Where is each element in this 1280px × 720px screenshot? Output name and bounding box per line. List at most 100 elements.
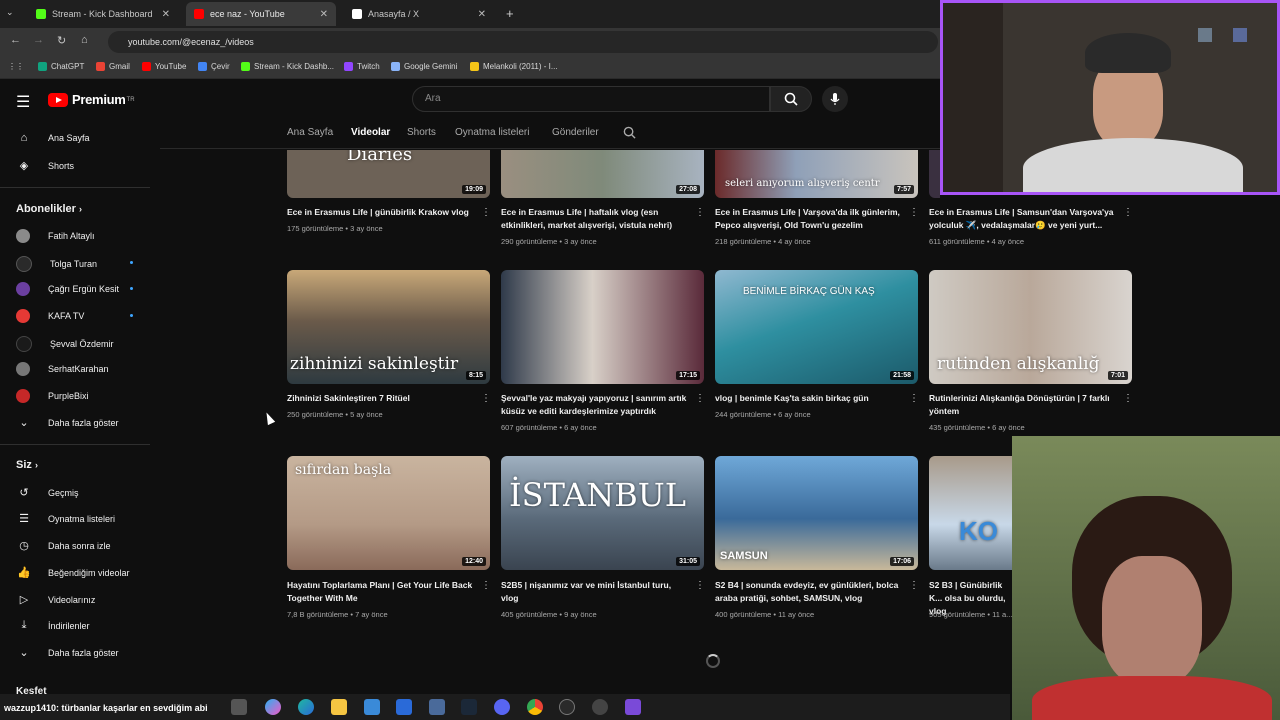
sidebar-item-home[interactable]: ⌂ Ana Sayfa <box>16 132 90 144</box>
you-heading[interactable]: Siz › <box>16 459 38 471</box>
steam-icon[interactable] <box>461 699 477 715</box>
more-options-icon[interactable]: ⋮ <box>695 580 705 591</box>
video-title[interactable]: Ece in Erasmus Life | günübirlik Krakow … <box>287 206 473 219</box>
search-button[interactable] <box>770 86 812 112</box>
app-icon[interactable] <box>625 699 641 715</box>
video-thumbnail[interactable]: SAMSUN 17:06 <box>715 456 918 570</box>
more-options-icon[interactable]: ⋮ <box>695 207 705 218</box>
sidebar-item-subscription[interactable]: Tolga Turan <box>16 256 133 272</box>
video-thumbnail[interactable]: İSTANBUL 31:05 <box>501 456 704 570</box>
video-thumbnail[interactable]: zihninizi sakinleştir 8:15 <box>287 270 490 384</box>
sidebar-item-subscription[interactable]: SerhatKarahan <box>16 362 109 376</box>
video-thumbnail[interactable]: seleri anıyorum alışveriş centr 7:57 <box>715 150 918 198</box>
sidebar-item-subscription[interactable]: PurpleBixi <box>16 389 89 403</box>
video-thumbnail[interactable]: KO <box>929 456 1012 570</box>
tab-home[interactable]: Ana Sayfa <box>287 127 333 138</box>
task-view-icon[interactable] <box>231 699 247 715</box>
tab-playlists[interactable]: Oynatma listeleri <box>455 127 529 138</box>
tab-posts[interactable]: Gönderiler <box>552 127 599 138</box>
more-options-icon[interactable]: ⋮ <box>481 580 491 591</box>
video-title[interactable]: Hayatını Toplarlama Planı | Get Your Lif… <box>287 579 473 605</box>
video-thumbnail[interactable]: 27:08 <box>501 150 704 198</box>
sidebar-show-more-subscriptions[interactable]: ⌄ Daha fazla göster <box>16 416 118 429</box>
video-title[interactable]: Zihninizi Sakinleştiren 7 Ritüel <box>287 392 473 405</box>
app-icon[interactable] <box>429 699 445 715</box>
more-options-icon[interactable]: ⋮ <box>909 207 919 218</box>
video-thumbnail[interactable]: BENİMLE BİRKAÇ GÜN KAŞ 21:58 <box>715 270 918 384</box>
browser-tab-x[interactable]: Anasayfa / X ✕ <box>344 2 494 26</box>
video-title[interactable]: Şevval'le yaz makyajı yapıyoruz | sanırı… <box>501 392 687 418</box>
video-title[interactable]: Rutinlerinizi Alışkanlığa Dönüştürün | 7… <box>929 392 1115 418</box>
sidebar-item-watch-later[interactable]: ◷ Daha sonra izle <box>16 539 110 552</box>
sidebar-item-downloads[interactable]: ⤓ İndirilenler <box>16 619 90 632</box>
discord-icon[interactable] <box>494 699 510 715</box>
close-icon[interactable]: ✕ <box>320 9 328 20</box>
video-age: 3 ay önce <box>564 237 597 246</box>
close-icon[interactable]: ✕ <box>162 9 170 20</box>
sidebar-item-subscription[interactable]: KAFA TV <box>16 309 133 323</box>
video-title[interactable]: vlog | benimle Kaş'ta sakin birkaç gün <box>715 392 901 405</box>
bookmark-twitch[interactable]: Twitch <box>344 62 380 71</box>
home-icon[interactable]: ⌂ <box>81 34 88 46</box>
reload-icon[interactable]: ↻ <box>57 34 66 47</box>
copilot-icon[interactable] <box>265 699 281 715</box>
youtube-premium-logo[interactable]: Premium TR <box>48 92 135 107</box>
more-options-icon[interactable]: ⋮ <box>909 393 919 404</box>
more-options-icon[interactable]: ⋮ <box>695 393 705 404</box>
obs-icon[interactable] <box>559 699 575 715</box>
apps-icon[interactable]: ⋮⋮ <box>8 62 24 71</box>
sidebar-item-liked-videos[interactable]: 👍 Beğendiğim videolar <box>16 566 129 579</box>
bookmark-gmail[interactable]: Gmail <box>96 62 130 71</box>
bookmark-kick[interactable]: Stream - Kick Dashb... <box>241 62 334 71</box>
sidebar-show-more-you[interactable]: ⌄ Daha fazla göster <box>16 646 118 659</box>
tab-videos[interactable]: Videolar <box>351 127 390 138</box>
video-thumbnail[interactable]: rutinden alışkanlığ 7:01 <box>929 270 1132 384</box>
video-title[interactable]: Ece in Erasmus Life | Samsun'dan Varşova… <box>929 206 1115 232</box>
sidebar-item-subscription[interactable]: Fatih Altaylı <box>16 229 95 243</box>
video-title[interactable]: S2 B4 | sonunda evdeyiz, ev günlükleri, … <box>715 579 901 605</box>
mail-icon[interactable] <box>396 699 412 715</box>
video-thumbnail[interactable] <box>929 150 940 198</box>
video-thumbnail[interactable]: Diaries 19:09 <box>287 150 490 198</box>
browser-tab-kick[interactable]: Stream - Kick Dashboard ✕ <box>28 2 178 26</box>
sidebar-item-shorts[interactable]: ◈ Shorts <box>16 159 74 172</box>
more-options-icon[interactable]: ⋮ <box>1123 393 1133 404</box>
bookmark-gemini[interactable]: Google Gemini <box>391 62 457 71</box>
forward-icon[interactable]: → <box>33 34 44 46</box>
video-title[interactable]: Ece in Erasmus Life | Varşova'da ilk gün… <box>715 206 901 232</box>
tab-shorts[interactable]: Shorts <box>407 127 436 138</box>
video-thumbnail[interactable]: sıfırdan başla 12:40 <box>287 456 490 570</box>
sidebar-item-playlists[interactable]: ☰ Oynatma listeleri <box>16 512 115 525</box>
store-icon[interactable] <box>364 699 380 715</box>
more-options-icon[interactable]: ⋮ <box>909 580 919 591</box>
more-options-icon[interactable]: ⋮ <box>481 393 491 404</box>
chrome-icon[interactable] <box>527 699 543 715</box>
close-icon[interactable]: ✕ <box>478 9 486 20</box>
bookmark-youtube[interactable]: YouTube <box>142 62 186 71</box>
new-tab-button[interactable]: + <box>506 6 514 21</box>
sidebar-item-subscription[interactable]: Şevval Özdemir <box>16 336 114 352</box>
settings-gear-icon[interactable] <box>592 699 608 715</box>
more-options-icon[interactable]: ⋮ <box>1123 207 1133 218</box>
subscriptions-heading[interactable]: Abonelikler › <box>16 203 82 215</box>
channel-search-button[interactable] <box>623 126 636 144</box>
voice-search-button[interactable] <box>822 86 848 112</box>
url-input[interactable]: youtube.com/@ecenaz_/videos <box>108 31 938 53</box>
sidebar-item-your-videos[interactable]: ▷ Videolarınız <box>16 593 96 606</box>
video-title[interactable]: S2B5 | nişanımız var ve mini İstanbul tu… <box>501 579 687 605</box>
back-icon[interactable]: ← <box>10 34 21 46</box>
video-title[interactable]: Ece in Erasmus Life | haftalık vlog (esn… <box>501 206 687 232</box>
tab-search-icon[interactable]: ⌄ <box>6 7 14 18</box>
video-thumbnail[interactable]: 17:15 <box>501 270 704 384</box>
bookmark-translate[interactable]: Çevir <box>198 62 230 71</box>
file-explorer-icon[interactable] <box>331 699 347 715</box>
hamburger-menu-icon[interactable]: ☰ <box>16 92 30 112</box>
edge-icon[interactable] <box>298 699 314 715</box>
more-options-icon[interactable]: ⋮ <box>481 207 491 218</box>
bookmark-chatgpt[interactable]: ChatGPT <box>38 62 84 71</box>
search-input[interactable]: Ara <box>412 86 770 112</box>
sidebar-item-subscription[interactable]: Çağrı Ergün Kesit <box>16 282 133 296</box>
sidebar-item-history[interactable]: ↺ Geçmiş <box>16 486 78 499</box>
browser-tab-youtube[interactable]: ece naz - YouTube ✕ <box>186 2 336 26</box>
bookmark-imdb[interactable]: Melankoli (2011) - I... <box>470 62 558 71</box>
